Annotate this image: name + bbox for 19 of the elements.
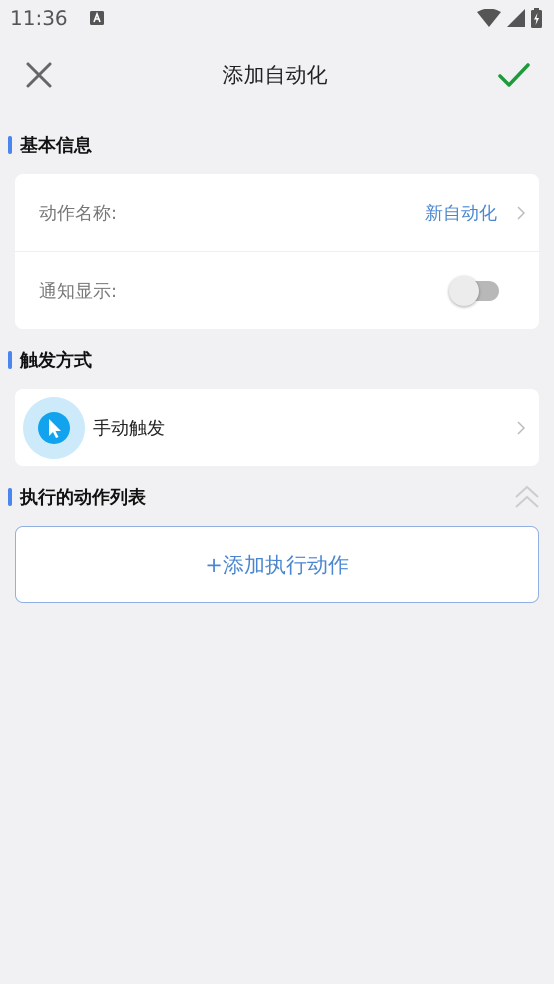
wifi-icon <box>477 9 501 27</box>
page-title: 添加自动化 <box>222 62 328 89</box>
trigger-card[interactable]: 手动触发 <box>15 389 539 466</box>
signal-icon <box>507 9 525 27</box>
trigger-label: 手动触发 <box>93 416 165 440</box>
status-time: 11:36 <box>10 6 68 30</box>
add-action-button[interactable]: +添加执行动作 <box>15 526 539 603</box>
field-value[interactable]: 新自动化 <box>425 200 497 224</box>
section-title: 基本信息 <box>20 134 92 157</box>
section-title: 触发方式 <box>20 349 92 372</box>
section-title: 执行的动作列表 <box>20 486 146 509</box>
field-label: 动作名称: <box>39 202 118 224</box>
toggle-switch[interactable] <box>449 276 499 306</box>
battery-icon <box>531 8 542 28</box>
notification-icon <box>90 11 104 25</box>
chevron-icon <box>517 420 525 434</box>
cursor-icon <box>23 396 85 458</box>
chevron-icon <box>517 206 525 220</box>
field-label: 通知显示: <box>39 280 118 302</box>
